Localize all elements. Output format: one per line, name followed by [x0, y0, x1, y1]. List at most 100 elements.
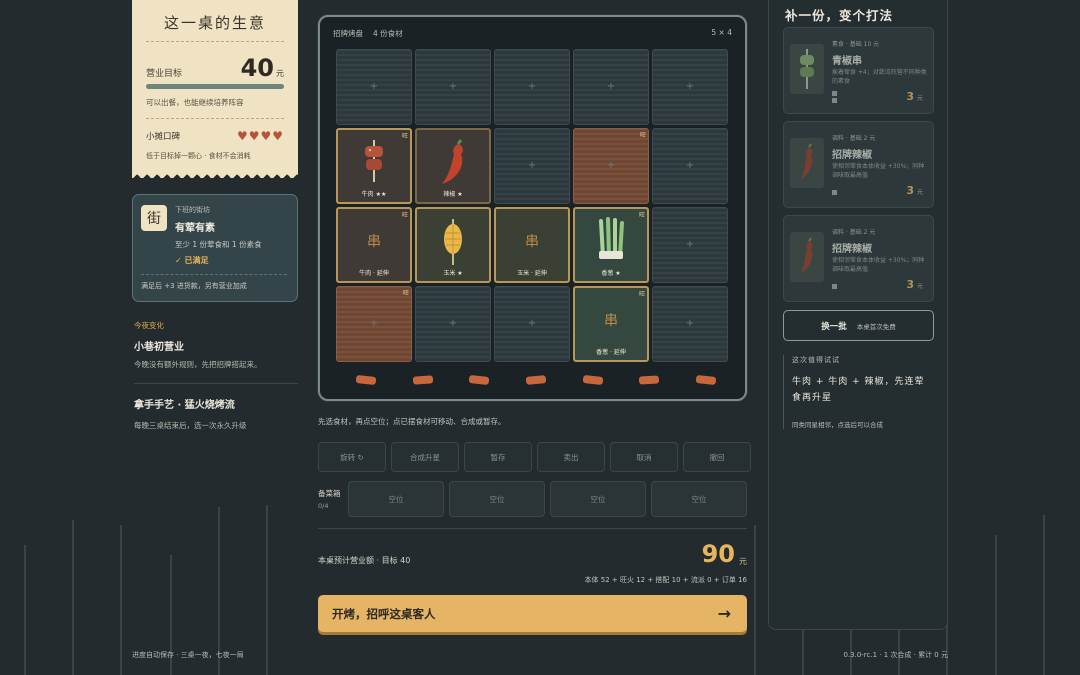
street-name: 有荤有素 [175, 223, 215, 234]
grid-cell-empty[interactable]: + [573, 49, 649, 125]
board-count: 4 份食材 [373, 29, 403, 38]
goal-label: 营业目标 [146, 69, 183, 79]
grid-cell-empty[interactable]: + [415, 49, 491, 125]
plus-icon: + [448, 318, 458, 329]
skewer-extension-icon: 串 [604, 313, 618, 329]
grill-peg [355, 374, 377, 386]
grid-cell-fire[interactable]: + 旺 [336, 286, 412, 362]
chili-icon [790, 232, 824, 282]
grill-peg [582, 374, 603, 386]
stash-slot[interactable]: 空位 [348, 481, 444, 517]
plus-icon: + [527, 318, 537, 329]
tier-square [832, 284, 837, 289]
merge-button[interactable]: 合成升星 [391, 442, 459, 472]
grid-cell-food[interactable]: 串玉米 · 延伸 [494, 207, 570, 283]
estimate-breakdown: 本体 52 + 旺火 12 + 搭配 10 + 流派 0 + 订单 16 [584, 576, 747, 584]
plus-icon: + [527, 81, 537, 92]
footer-right: 0.3.0-rc.1 · 1 次合成 · 累计 0 元 [843, 651, 948, 659]
cancel-button[interactable]: 取消 [610, 442, 678, 472]
scallion-icon [575, 217, 647, 263]
board-title: 招牌烤盘 [333, 29, 363, 38]
fire-badge: 旺 [402, 290, 409, 297]
food-label: 玉米 · 延伸 [517, 270, 547, 277]
stash-slot[interactable]: 空位 [449, 481, 545, 517]
grill-peg [639, 375, 660, 385]
stash-label: 备菜箱 [318, 489, 341, 498]
estimate-value: 90 [701, 540, 735, 568]
rotate-button[interactable]: 旋转 ↻ [318, 442, 386, 472]
grid-cell-empty[interactable]: + [415, 286, 491, 362]
action-bar: 旋转 ↻ 合成升星 暂存 卖出 取消 撤回 [318, 442, 751, 472]
chili-icon [790, 138, 824, 188]
grid-cell-food[interactable]: 串牛肉 · 延伸 旺 [336, 207, 412, 283]
fire-badge: 旺 [401, 133, 408, 140]
stash-slot[interactable]: 空位 [550, 481, 646, 517]
grid-cell-empty[interactable]: + [652, 286, 728, 362]
reputation-row: 小摊口碑 ♥♥♥♥ [146, 129, 284, 143]
street-bonus: 满足后 +3 进货款，另有营业加成 [141, 274, 287, 291]
grill-grid: + + + + + 牛肉 ★★ 旺辣椒 ★ + + 旺 + 串牛肉 · 延伸旺玉米 ★ 串玉米 · 延伸… [336, 49, 728, 362]
plus-icon: + [685, 318, 695, 329]
shop-card-desc: 挨着荤食 +4；对蔬流阵营不同种类的素食 [832, 69, 927, 86]
reputation-note: 低于目标掉一颗心 · 食材不会消耗 [146, 152, 251, 160]
tonight-tag: 今夜变化 [134, 321, 164, 330]
goal-row: 营业目标 40 元 [146, 54, 284, 82]
grid-cell-empty[interactable]: + [652, 49, 728, 125]
street-status: ✓ 已满足 [175, 256, 209, 265]
grid-cell-food[interactable]: 牛肉 ★★ 旺 [336, 128, 412, 204]
grid-cell-empty[interactable]: + [494, 128, 570, 204]
sell-button[interactable]: 卖出 [537, 442, 605, 472]
undo-button[interactable]: 撤回 [683, 442, 751, 472]
refresh-shop-button[interactable]: 换一批 本桌首次免费 [783, 310, 934, 341]
shop-card[interactable]: 素食 · 基础 10 元 青椒串 挨着荤食 +4；对蔬流阵营不同种类的素食 3元 [783, 27, 934, 114]
fire-badge: 旺 [639, 132, 646, 139]
ticket-title: 这一桌的生意 [146, 12, 284, 42]
plus-icon: + [606, 81, 616, 92]
plus-icon: + [685, 239, 695, 250]
grid-cell-food[interactable]: 辣椒 ★ [415, 128, 491, 204]
divider [318, 528, 747, 529]
grid-cell-food[interactable]: 串香葱 · 延伸 旺 [573, 286, 649, 362]
goal-progress-fill [146, 84, 284, 89]
stash-slot[interactable]: 空位 [651, 481, 747, 517]
grill-peg [525, 375, 547, 385]
grid-cell-empty[interactable]: + [652, 207, 728, 283]
grid-cell-food[interactable]: 玉米 ★ [415, 207, 491, 283]
grill-peg [468, 374, 490, 386]
shop-card[interactable]: 调料 · 基础 2 元 招牌辣椒 使相邻荤食本体收益 +30%；同种调味取最高值… [783, 121, 934, 208]
grid-cell-fire[interactable]: + 旺 [573, 128, 649, 204]
tier-square [832, 190, 837, 195]
refresh-note: 本桌首次免费 [856, 322, 896, 331]
goal-note: 可以出餐，也能继续培养阵容 [146, 97, 284, 119]
street-subtitle: 下班的街坊 [175, 206, 210, 214]
start-grill-button[interactable]: 开烤，招呼这桌客人 → [318, 595, 747, 632]
start-grill-label: 开烤，招呼这桌客人 [332, 606, 436, 621]
food-label: 玉米 ★ [443, 270, 463, 277]
estimate-unit: 元 [739, 557, 747, 566]
goal-unit: 元 [276, 69, 284, 78]
shop-card-tag: 素食 · 基础 10 元 [832, 41, 880, 48]
left-column: 这一桌的生意 营业目标 40 元 可以出餐，也能继续培养阵容 小摊口碑 ♥♥♥♥ … [132, 0, 298, 431]
plus-icon: + [685, 81, 695, 92]
grid-cell-food[interactable]: 香葱 ★ 旺 [573, 207, 649, 283]
skewer-extension-icon: 串 [525, 234, 539, 250]
grid-cell-empty[interactable]: + [494, 49, 570, 125]
shop-card-price: 3元 [906, 184, 923, 197]
reputation-label: 小摊口碑 [146, 132, 181, 142]
shop-card[interactable]: 调料 · 基础 2 元 招牌辣椒 使相邻荤食本体收益 +30%；同种调味取最高值… [783, 215, 934, 302]
stash-button[interactable]: 暂存 [464, 442, 532, 472]
grill-board: 招牌烤盘 4 份食材 5 × 4 + + + + + 牛肉 ★★ 旺辣椒 ★ + + 旺 + 串牛肉 ·… [318, 15, 747, 401]
food-label: 香葱 · 延伸 [596, 349, 626, 356]
divider [134, 383, 298, 384]
shop-card-price: 3元 [906, 90, 923, 103]
grid-cell-empty[interactable]: + [336, 49, 412, 125]
fire-badge: 旺 [401, 212, 408, 219]
grid-cell-empty[interactable]: + [652, 128, 728, 204]
skill-desc: 每晚三桌结束后，选一次永久升级 [134, 421, 247, 430]
grill-pegs [355, 374, 717, 386]
tier-square [832, 98, 837, 103]
grid-cell-empty[interactable]: + [494, 286, 570, 362]
arrow-right-icon: → [717, 604, 731, 623]
shop-card-tag: 调料 · 基础 2 元 [832, 229, 876, 236]
stash-box: 备菜箱 0/4 空位 空位 空位 空位 [318, 481, 752, 517]
